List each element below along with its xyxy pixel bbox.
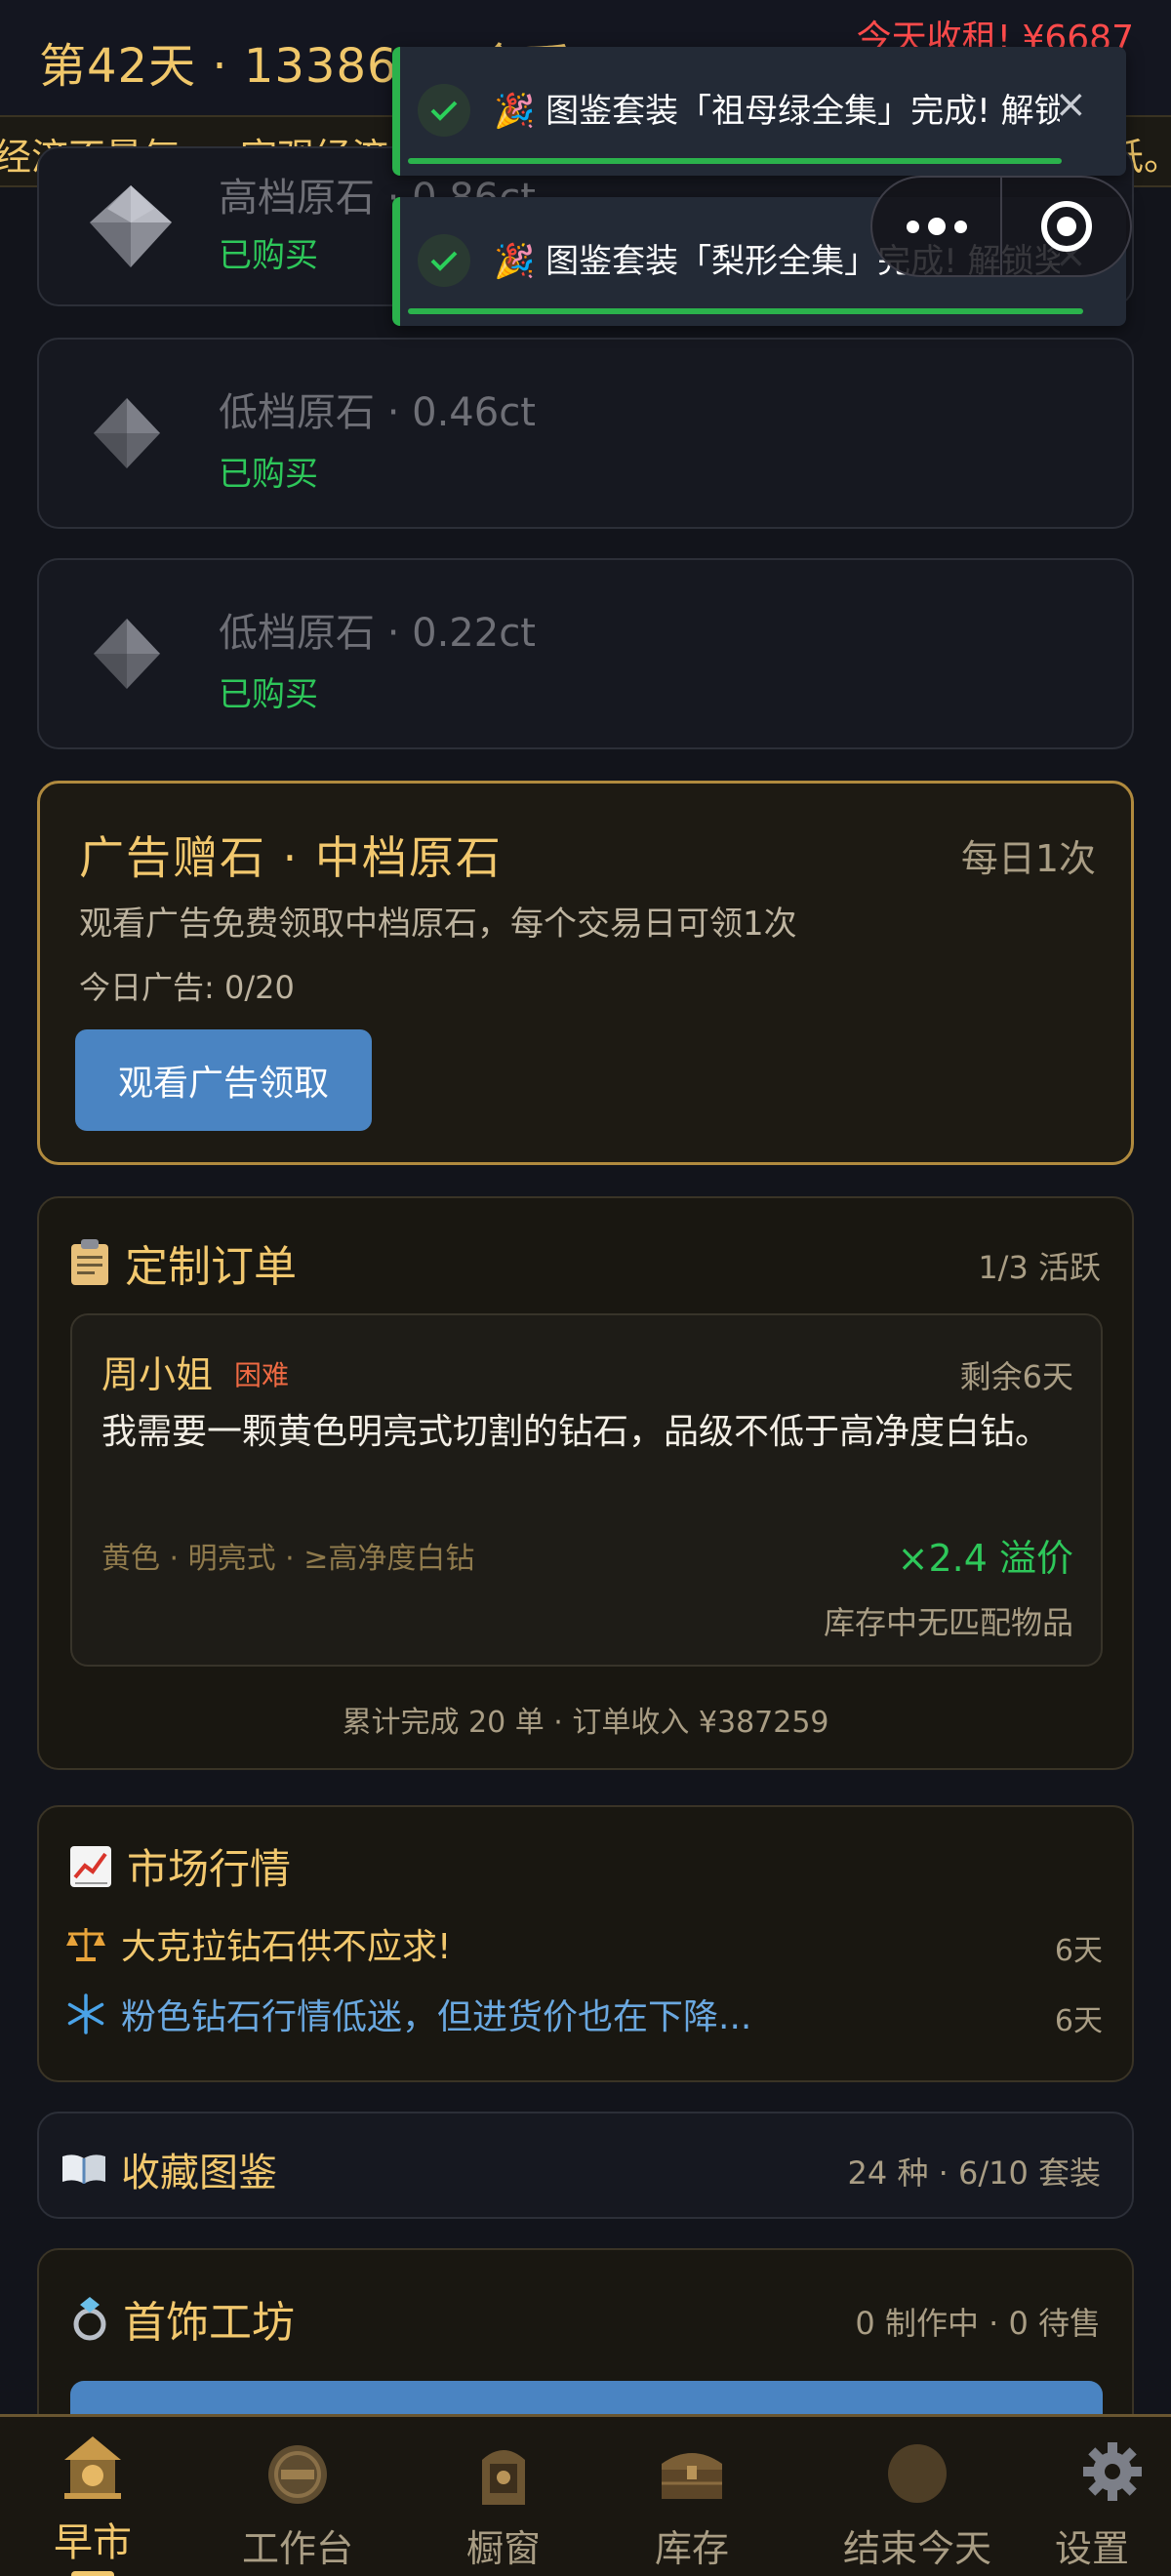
close-icon[interactable]: × bbox=[1054, 82, 1087, 127]
workshop-header: 首饰工坊 bbox=[70, 2287, 295, 2350]
collection-header: 收藏图鉴 bbox=[61, 2141, 277, 2197]
nav-label: 库存 bbox=[654, 2527, 729, 2570]
orders-header: 定制订单 bbox=[68, 1231, 297, 1294]
custom-orders-card: 定制订单 1/3 活跃 周小姐 困难 剩余6天 我需要一颗黄色明亮式切割的钻石，… bbox=[37, 1196, 1134, 1770]
purchased-status: 已购买 bbox=[219, 455, 318, 494]
nav-morning-market[interactable]: 早市 bbox=[10, 2417, 176, 2576]
toast-notification: 🎉 图鉴套装「祖母绿全集」完成! 解锁奖励 × bbox=[392, 47, 1126, 176]
rough-stone-icon bbox=[94, 398, 160, 468]
collection-meta: 24 种 · 6/10 套装 bbox=[847, 2154, 1101, 2192]
workbench-icon bbox=[268, 2445, 327, 2504]
nav-label: 结束今天 bbox=[842, 2527, 991, 2570]
watch-ad-button[interactable]: 观看广告领取 bbox=[75, 1029, 372, 1131]
remaining-days: 剩余6天 bbox=[959, 1358, 1073, 1395]
nav-showcase[interactable]: 橱窗 bbox=[421, 2417, 586, 2576]
news-days: 6天 bbox=[1054, 1934, 1103, 1968]
toast-progress bbox=[408, 308, 1083, 314]
gear-icon bbox=[1083, 2442, 1142, 2501]
news-item[interactable]: 粉色钻石行情低迷，但进货价也在下降... bbox=[64, 1989, 751, 2039]
price-premium: ×2.4 溢价 bbox=[897, 1537, 1073, 1580]
news-days: 6天 bbox=[1054, 2004, 1103, 2038]
customer-name: 周小姐 bbox=[101, 1353, 214, 1396]
toast-message: 🎉 图鉴套装「祖母绿全集」完成! 解锁奖励 bbox=[494, 92, 1060, 131]
ad-count: 今日广告: 0/20 bbox=[79, 969, 295, 1006]
moon-icon bbox=[888, 2444, 947, 2503]
clipboard-icon bbox=[71, 1239, 108, 1285]
order-request: 我需要一颗黄色明亮式切割的钻石，品级不低于高净度白钻。 bbox=[101, 1412, 1051, 1452]
scale-icon bbox=[66, 1928, 105, 1961]
check-icon bbox=[418, 84, 470, 137]
more-options-icon[interactable] bbox=[872, 178, 1002, 275]
market-title: 市场行情 bbox=[127, 1845, 292, 1893]
orders-title: 定制订单 bbox=[125, 1242, 297, 1292]
ad-description: 观看广告免费领取中档原石，每个交易日可领1次 bbox=[79, 905, 797, 944]
nav-label: 早市 bbox=[54, 2520, 132, 2565]
rough-stone-icon bbox=[90, 185, 172, 267]
close-miniprogram-icon[interactable] bbox=[1002, 178, 1130, 275]
nav-label: 设置 bbox=[1054, 2527, 1129, 2570]
nav-inventory[interactable]: 库存 bbox=[609, 2417, 775, 2576]
news-text: 大克拉钻石供不应求! bbox=[121, 1927, 452, 1967]
book-icon bbox=[62, 2154, 105, 2184]
chart-up-icon bbox=[70, 1845, 111, 1887]
market-card: 市场行情 大克拉钻石供不应求! 6天 粉色钻石行情低迷，但进货价也在下降... … bbox=[37, 1805, 1134, 2082]
purchased-status: 已购买 bbox=[219, 675, 318, 714]
match-status: 库存中无匹配物品 bbox=[823, 1604, 1073, 1641]
ad-frequency: 每日1次 bbox=[960, 837, 1096, 880]
stone-name: 低档原石 · 0.22ct bbox=[219, 611, 536, 656]
news-text: 粉色钻石行情低迷，但进货价也在下降... bbox=[121, 1997, 752, 2037]
stone-card[interactable]: 低档原石 · 0.46ct 已购买 bbox=[37, 338, 1134, 529]
market-header: 市场行情 bbox=[68, 1836, 291, 1896]
ad-title: 广告赠石 · 中档原石 bbox=[79, 831, 503, 884]
toast-progress bbox=[408, 158, 1062, 164]
miniprogram-capsule bbox=[870, 176, 1132, 277]
collection-title: 收藏图鉴 bbox=[121, 2151, 277, 2195]
collection-card[interactable]: 收藏图鉴 24 种 · 6/10 套装 bbox=[37, 2112, 1134, 2219]
nav-workbench[interactable]: 工作台 bbox=[215, 2417, 381, 2576]
ad-gift-card: 广告赠石 · 中档原石 每日1次 观看广告免费领取中档原石，每个交易日可领1次 … bbox=[37, 781, 1134, 1165]
active-indicator bbox=[71, 2571, 114, 2576]
snowflake-icon bbox=[67, 1993, 104, 2034]
nav-label: 工作台 bbox=[241, 2527, 353, 2570]
nav-end-day[interactable]: 结束今天 bbox=[834, 2417, 1000, 2576]
bottom-navigation: 早市 工作台 橱窗 库存 结束今天 设置 bbox=[0, 2414, 1171, 2576]
orders-summary: 累计完成 20 单 · 订单收入 ¥387259 bbox=[342, 1706, 829, 1740]
nav-settings[interactable]: 设置 bbox=[1030, 2417, 1171, 2576]
orders-active-count: 1/3 活跃 bbox=[978, 1249, 1101, 1286]
purchased-status: 已购买 bbox=[219, 236, 318, 275]
order-item[interactable]: 周小姐 困难 剩余6天 我需要一颗黄色明亮式切割的钻石，品级不低于高净度白钻。 … bbox=[70, 1313, 1103, 1667]
market-icon bbox=[64, 2436, 121, 2499]
check-icon bbox=[418, 234, 470, 287]
workshop-meta: 0 制作中 · 0 待售 bbox=[855, 2305, 1101, 2342]
ring-icon bbox=[73, 2297, 106, 2341]
difficulty-badge: 困难 bbox=[234, 1359, 290, 1391]
workshop-title: 首饰工坊 bbox=[123, 2298, 295, 2348]
stone-name: 低档原石 · 0.46ct bbox=[219, 390, 536, 435]
chest-icon bbox=[662, 2453, 722, 2499]
rough-stone-icon bbox=[94, 619, 160, 689]
showcase-icon bbox=[482, 2450, 525, 2505]
order-requirements: 黄色 · 明亮式 · ≥高净度白钻 bbox=[101, 1542, 475, 1576]
nav-label: 橱窗 bbox=[465, 2527, 541, 2570]
stone-card[interactable]: 低档原石 · 0.22ct 已购买 bbox=[37, 558, 1134, 749]
news-item[interactable]: 大克拉钻石供不应求! bbox=[64, 1918, 451, 1969]
